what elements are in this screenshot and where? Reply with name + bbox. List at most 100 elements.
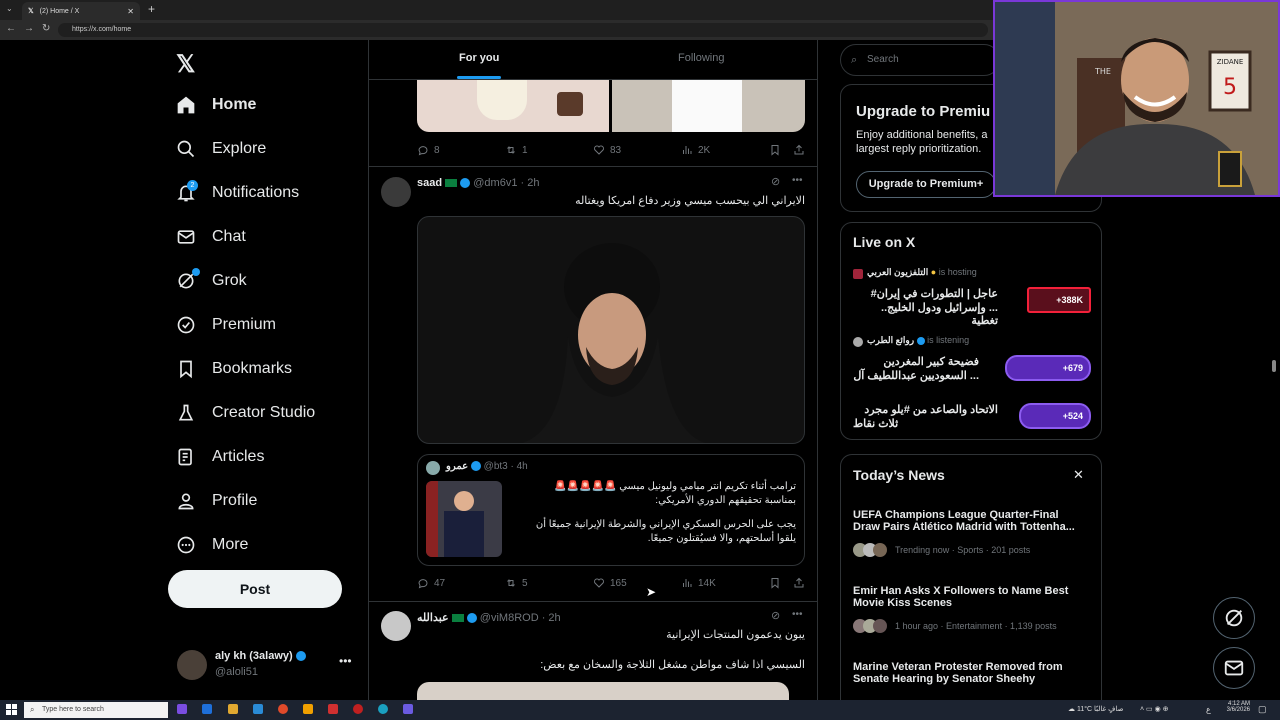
views-button[interactable]: 14K — [681, 577, 716, 589]
quote-line: يجب على الحرس العسكري الإيراني والشرطة ا… — [535, 519, 796, 530]
search-icon: ⌕ — [30, 705, 35, 714]
news-headline: Draw Pairs Atlético Madrid with Tottenha… — [853, 521, 1075, 533]
bookmark-button[interactable] — [769, 577, 781, 589]
avatar[interactable] — [381, 177, 411, 207]
repost-button[interactable]: 1 — [505, 144, 528, 156]
live-host: روائع الطرب is listening — [867, 335, 970, 345]
language-indicator[interactable]: ع — [1206, 705, 1211, 714]
obs-icon[interactable] — [353, 704, 363, 714]
app-icon[interactable] — [328, 704, 338, 714]
app-icon[interactable] — [177, 704, 187, 714]
sidebar-item-articles[interactable]: Articles — [176, 442, 264, 472]
upgrade-premium-button[interactable]: Upgrade to Premium+ — [856, 171, 996, 198]
live-title: Live on X — [853, 234, 916, 250]
page-scrollbar-thumb[interactable] — [1272, 360, 1276, 372]
sidebar-item-bookmarks[interactable]: Bookmarks — [176, 354, 292, 384]
new-tab-icon[interactable]: + — [148, 2, 155, 16]
reload-icon[interactable]: ↻ — [42, 23, 50, 34]
search-icon — [177, 140, 195, 158]
app-icon[interactable] — [202, 704, 212, 714]
x-logo-icon[interactable]: 𝕏 — [176, 50, 195, 79]
grok-fab-button[interactable] — [1213, 597, 1255, 639]
live-item[interactable]: التلفزيون العربي ● is hosting عاجل | الت… — [853, 267, 1093, 327]
webcam-overlay: ZIDANE 5 THE — [993, 0, 1280, 197]
sidebar-item-home[interactable]: Home — [176, 90, 256, 120]
live-item[interactable]: روائع الطرب is listening فضيحة كبير المغ… — [853, 335, 1093, 383]
live-item[interactable]: الاتحاد والصاعد من #يلو مجرد ثلاث نقاط +… — [853, 401, 1093, 437]
like-button[interactable]: 83 — [593, 144, 621, 156]
quote-line: ترامب أثناء تكريم انتر ميامي وليونيل ميس… — [554, 481, 796, 492]
close-icon[interactable]: ✕ — [1073, 467, 1084, 483]
vlc-icon[interactable] — [303, 704, 313, 714]
post-image[interactable] — [417, 216, 805, 444]
reply-button[interactable]: 47 — [417, 577, 445, 589]
sidebar-item-creator-studio[interactable]: Creator Studio — [176, 398, 315, 428]
sidebar-item-label: Notifications — [212, 184, 300, 201]
active-tab-indicator — [457, 76, 501, 79]
mail-icon — [1224, 660, 1244, 676]
poster-number: 5 — [1223, 75, 1237, 100]
app-icon[interactable] — [253, 704, 263, 714]
windows-start-icon[interactable] — [6, 704, 18, 716]
search-input[interactable]: ⌕ Search — [840, 44, 1000, 76]
sidebar-item-chat[interactable]: Chat — [176, 222, 246, 252]
sidebar-item-grok[interactable]: Grok — [176, 266, 247, 296]
share-button[interactable] — [793, 144, 805, 156]
chrome-icon[interactable] — [278, 704, 288, 714]
sidebar-item-more[interactable]: More — [176, 530, 248, 560]
divider — [369, 601, 817, 602]
repost-button[interactable]: 5 — [505, 577, 528, 589]
avatar[interactable] — [381, 611, 411, 641]
account-switcher[interactable]: aly kh (3alawy) @aloli51 ••• — [175, 648, 365, 684]
close-tab-icon[interactable]: ✕ — [127, 7, 134, 16]
sidebar-item-explore[interactable]: Explore — [176, 134, 266, 164]
clock[interactable]: 4:12 AM 3/6/2026 — [1222, 701, 1250, 713]
tab-for-you[interactable]: For you — [459, 52, 499, 64]
browser-tab[interactable]: 𝕏 (2) Home / X ✕ — [22, 2, 140, 20]
taskbar-search-input[interactable]: ⌕ Type here to search — [24, 702, 168, 718]
bookmark-button[interactable] — [769, 144, 781, 156]
like-button[interactable]: 165 — [593, 577, 627, 589]
sidebar-item-profile[interactable]: Profile — [176, 486, 257, 516]
post-author[interactable]: عبدالله @viM8ROD · 2h — [417, 611, 561, 624]
more-circle-icon — [177, 536, 195, 554]
sign-text: THE — [1094, 67, 1111, 76]
tab-following[interactable]: Following — [678, 52, 724, 64]
messages-fab-button[interactable] — [1213, 647, 1255, 689]
post-author[interactable]: saad @dm6v1 · 2h — [417, 177, 539, 189]
edge-icon[interactable] — [378, 704, 388, 714]
share-button[interactable] — [793, 577, 805, 589]
verified-badge-icon — [460, 178, 471, 189]
sidebar-item-premium[interactable]: Premium — [176, 310, 276, 340]
tab-menu-icon[interactable]: ⌄ — [6, 4, 13, 13]
sidebar-item-label: Home — [212, 96, 257, 113]
sidebar-item-label: Bookmarks — [212, 360, 293, 377]
grok-post-icon[interactable]: ⊘ — [771, 609, 780, 622]
reply-button[interactable]: 8 — [417, 144, 440, 156]
app-icon[interactable] — [403, 704, 413, 714]
weather-widget[interactable]: ☁ 11°C صافٍ غالبًا — [1068, 705, 1123, 713]
more-dots-icon[interactable]: ••• — [339, 654, 352, 668]
more-dots-icon[interactable]: ••• — [792, 175, 803, 186]
news-item[interactable]: UEFA Champions League Quarter-Final Draw… — [853, 509, 1093, 565]
timeline: For you Following 8 1 83 2K saad @dm6v1 … — [368, 40, 818, 700]
repost-icon — [507, 146, 515, 154]
post-media[interactable] — [417, 80, 805, 132]
quote-post[interactable]: عمرو @bt3 · 4h ترامب أثناء تكريم انتر مي… — [417, 454, 805, 566]
notification-center-icon[interactable]: ▢ — [1258, 704, 1267, 715]
folder-icon[interactable] — [228, 704, 238, 714]
news-item[interactable]: Marine Veteran Protester Removed from Se… — [853, 661, 1093, 701]
system-tray-icons[interactable]: ˄ ▭ ◉ ⊕ — [1140, 705, 1169, 713]
views-button[interactable]: 2K — [681, 144, 710, 156]
post-image[interactable] — [417, 682, 789, 700]
timeline-tabs: For you Following — [369, 40, 817, 80]
grok-post-icon[interactable]: ⊘ — [771, 175, 780, 188]
back-icon[interactable]: ← — [6, 23, 16, 34]
news-item[interactable]: Emir Han Asks X Followers to Name Best M… — [853, 585, 1093, 641]
url-field[interactable]: https://x.com/home — [58, 23, 988, 37]
flag-icon — [445, 179, 458, 188]
forward-icon[interactable]: → — [24, 23, 34, 34]
more-dots-icon[interactable]: ••• — [792, 609, 803, 620]
post-button[interactable]: Post — [168, 570, 342, 608]
sidebar-item-label: Profile — [212, 492, 258, 509]
